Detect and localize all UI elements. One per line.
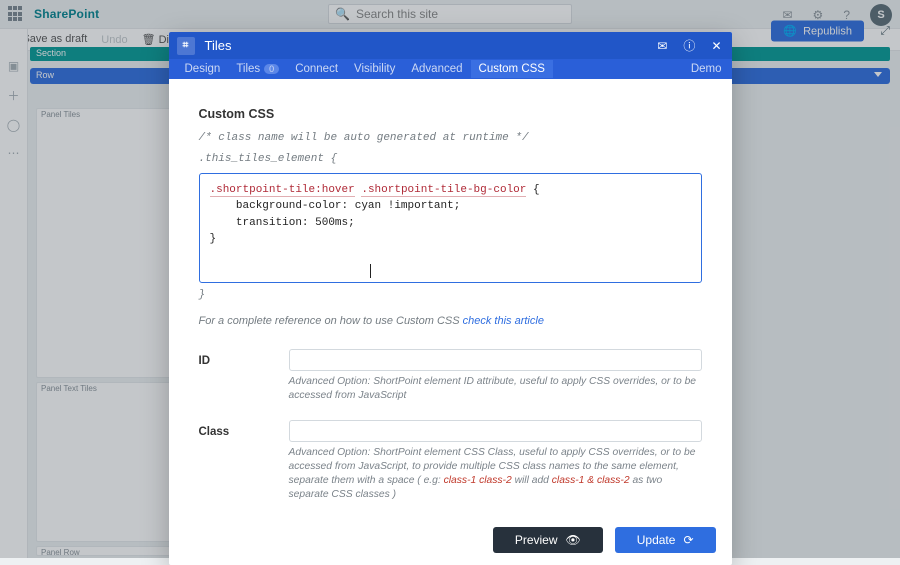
- update-button[interactable]: Update⟳: [615, 527, 716, 553]
- id-field-label: ID: [199, 349, 269, 419]
- modal-title: Tiles: [205, 38, 648, 53]
- class-field-note: Advanced Option: ShortPoint element CSS …: [289, 446, 702, 502]
- tiles-count-badge: 0: [264, 64, 279, 74]
- css-reference-note: For a complete reference on how to use C…: [199, 315, 702, 327]
- section-title-custom-css: Custom CSS: [199, 107, 702, 121]
- eye-icon: 👁: [566, 533, 581, 547]
- mail-icon[interactable]: ✉: [657, 39, 667, 53]
- text-cursor: [370, 264, 371, 278]
- class-field-label: Class: [199, 420, 269, 515]
- tab-advanced[interactable]: Advanced: [403, 60, 470, 78]
- tab-tiles[interactable]: Tiles0: [228, 60, 287, 78]
- close-icon[interactable]: ✕: [711, 39, 721, 53]
- tab-connect[interactable]: Connect: [287, 60, 346, 78]
- css-hint-selector-open: .this_tiles_element {: [199, 152, 702, 167]
- class-input[interactable]: [289, 420, 702, 442]
- tab-design[interactable]: Design: [177, 60, 229, 78]
- shortpoint-logo-icon: ⌗: [177, 37, 195, 55]
- refresh-icon: ⟳: [683, 533, 693, 547]
- demo-link[interactable]: Demo: [691, 63, 726, 75]
- css-hint-close-brace: }: [199, 289, 702, 301]
- check-article-link[interactable]: check this article: [463, 315, 544, 327]
- tab-custom-css[interactable]: Custom CSS: [471, 60, 553, 78]
- css-hint-comment: /* class name will be auto generated at …: [199, 131, 702, 146]
- modal-overlay: ⌗ Tiles ✉ ⓘ ✕ Design Tiles0 Connect Visi…: [0, 0, 900, 558]
- custom-css-editor[interactable]: .shortpoint-tile:hover .shortpoint-tile-…: [199, 173, 702, 283]
- preview-button[interactable]: Preview👁: [493, 527, 603, 553]
- id-input[interactable]: [289, 349, 702, 371]
- help-circle-icon[interactable]: ⓘ: [683, 37, 695, 54]
- id-field-note: Advanced Option: ShortPoint element ID a…: [289, 375, 702, 403]
- tiles-settings-modal: ⌗ Tiles ✉ ⓘ ✕ Design Tiles0 Connect Visi…: [169, 32, 732, 565]
- tab-visibility[interactable]: Visibility: [346, 60, 403, 78]
